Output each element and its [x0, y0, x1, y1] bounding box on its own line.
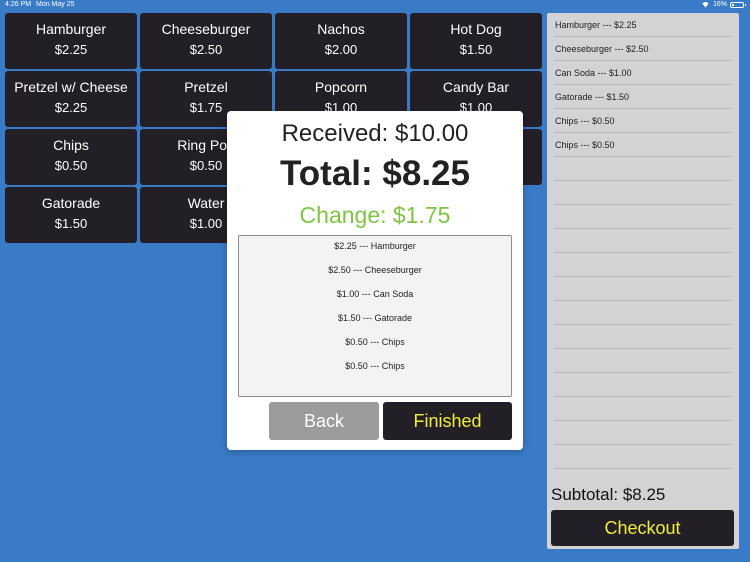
payment-dialog: Received: $10.00 Total: $8.25 Change: $1… [227, 111, 523, 450]
menu-item-name: Hot Dog [450, 21, 502, 37]
order-row-empty [554, 349, 732, 373]
order-row-empty [554, 301, 732, 325]
menu-item-hot-dog[interactable]: Hot Dog $1.50 [410, 13, 542, 69]
receipt-line: $1.50 --- Gatorade [337, 313, 413, 323]
menu-item-price: $1.50 [54, 216, 88, 231]
receipt-line: $2.50 --- Cheeseburger [328, 265, 422, 275]
status-indicators: 16% [701, 1, 746, 8]
menu-item-price: $1.50 [459, 42, 493, 57]
finished-button[interactable]: Finished [383, 402, 512, 440]
menu-item-gatorade[interactable]: Gatorade $1.50 [5, 187, 137, 243]
menu-item-chips[interactable]: Chips $0.50 [5, 129, 137, 185]
receipt-line: $0.50 --- Chips [345, 361, 405, 371]
order-item[interactable]: Chips --- $0.50 [554, 109, 732, 133]
order-panel: Hamburger --- $2.25 Cheeseburger --- $2.… [547, 13, 739, 549]
menu-item-name: Pretzel [184, 79, 228, 95]
menu-item-name: Nachos [317, 21, 365, 37]
order-row-empty [554, 205, 732, 229]
order-item[interactable]: Hamburger --- $2.25 [554, 13, 732, 37]
menu-item-price: $2.25 [54, 42, 88, 57]
back-button[interactable]: Back [269, 402, 379, 440]
order-row-empty [554, 181, 732, 205]
order-item[interactable]: Gatorade --- $1.50 [554, 85, 732, 109]
receipt-line: $2.25 --- Hamburger [334, 241, 416, 251]
receipt-line: $1.00 --- Can Soda [336, 289, 414, 299]
order-row-empty [554, 229, 732, 253]
order-row-empty [554, 445, 732, 469]
receipt-list[interactable]: $2.25 --- Hamburger $2.50 --- Cheeseburg… [238, 235, 512, 397]
menu-item-hamburger[interactable]: Hamburger $2.25 [5, 13, 137, 69]
menu-item-pretzel-cheese[interactable]: Pretzel w/ Cheese $2.25 [5, 71, 137, 127]
total-amount: Total: $8.25 [280, 154, 470, 193]
order-row-empty [554, 397, 732, 421]
menu-item-name: Candy Bar [442, 79, 510, 95]
menu-item-name: Cheeseburger [161, 21, 251, 37]
menu-item-nachos[interactable]: Nachos $2.00 [275, 13, 407, 69]
order-row-empty [554, 157, 732, 181]
menu-item-price: $0.50 [54, 158, 88, 173]
status-bar: 4:26 PM Mon May 25 16% [0, 0, 750, 11]
battery-icon [730, 1, 746, 8]
menu-item-name: Hamburger [35, 21, 107, 37]
order-row-empty [554, 325, 732, 349]
order-item[interactable]: Cheeseburger --- $2.50 [554, 37, 732, 61]
status-date: Mon May 25 [36, 1, 75, 8]
wifi-icon [701, 2, 710, 8]
order-row-empty [554, 373, 732, 397]
checkout-button[interactable]: Checkout [551, 510, 734, 546]
menu-item-name: Popcorn [314, 79, 368, 95]
battery-percent: 16% [712, 1, 727, 8]
menu-item-price: $2.25 [54, 100, 88, 115]
received-amount: Received: $10.00 [281, 120, 469, 147]
receipt-line: $0.50 --- Chips [345, 337, 405, 347]
status-time: 4:26 PM [5, 1, 32, 8]
order-item[interactable]: Can Soda --- $1.00 [554, 61, 732, 85]
menu-item-price: $2.00 [324, 42, 358, 57]
menu-item-name: Gatorade [41, 195, 101, 211]
menu-item-name: Chips [53, 137, 89, 153]
order-item[interactable]: Chips --- $0.50 [554, 133, 732, 157]
subtotal-label: Subtotal: $8.25 [551, 485, 666, 504]
order-row-empty [554, 277, 732, 301]
menu-item-cheeseburger[interactable]: Cheeseburger $2.50 [140, 13, 272, 69]
menu-item-price: $2.50 [189, 42, 223, 57]
change-amount: Change: $1.75 [299, 202, 451, 228]
menu-item-name: Pretzel w/ Cheese [14, 79, 128, 95]
order-row-empty [554, 253, 732, 277]
order-row-empty [554, 421, 732, 445]
